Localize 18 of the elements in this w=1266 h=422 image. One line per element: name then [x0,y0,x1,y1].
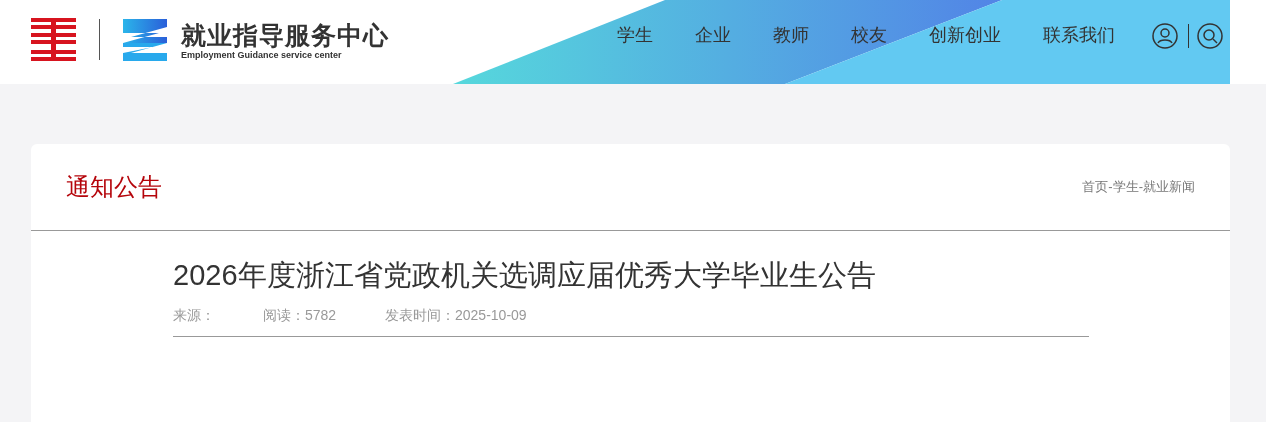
breadcrumb[interactable]: 首页-学生-就业新闻 [1082,177,1195,197]
logo-mark-icon [123,19,167,61]
search-icon[interactable] [1197,23,1223,49]
nav-link[interactable]: 教师 [773,22,809,48]
nav-link[interactable]: 校友 [851,22,887,48]
article-meta: 发表时间：2025-10-09 [385,306,527,325]
logo-subtitle: Employment Guidance service center [181,50,343,61]
nav-link[interactable]: 创新创业 [929,22,1001,48]
nav-link[interactable]: 联系我们 [1043,22,1115,48]
article-meta: 来源： [173,306,216,325]
nav-link[interactable]: 企业 [695,22,731,48]
section-title: 通知公告 [66,172,162,202]
nav-link[interactable]: 学生 [617,22,653,48]
logo-title: 就业指导服务中心 [181,20,389,50]
article-title: 2026年度浙江省党政机关选调应届优秀大学毕业生公告 [173,258,877,293]
article-meta: 阅读：5782 [263,306,338,325]
user-icon[interactable] [1152,23,1178,49]
logo-icon [31,18,76,61]
